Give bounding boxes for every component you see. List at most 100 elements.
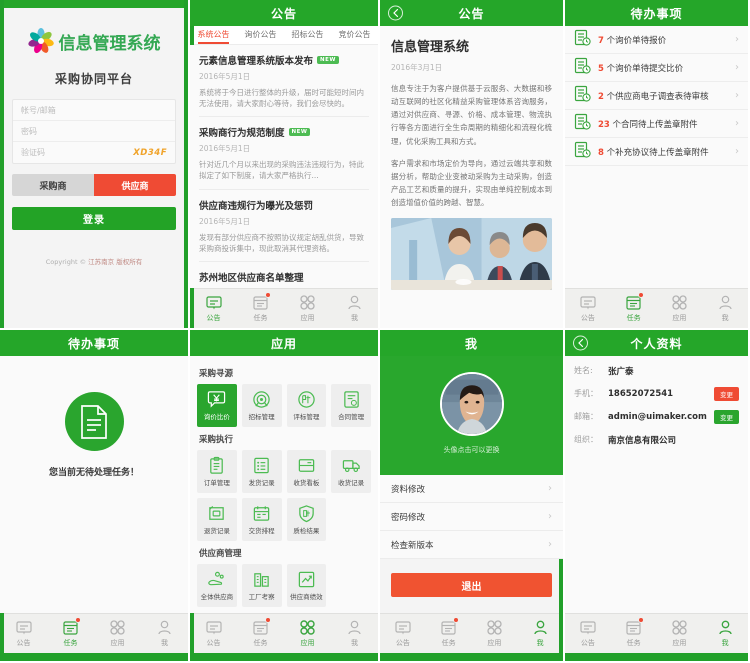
- menu-item-change-password[interactable]: 密码修改 ›: [380, 503, 563, 531]
- group-label-execution: 采购执行: [199, 435, 234, 445]
- list-item[interactable]: 苏州地区供应商名单整理 2016年5月1日 这里是部分苏州地区的一级供应商名单，…: [199, 262, 369, 288]
- notice-tabs[interactable]: 系统公告 询价公告 招标公告 竞价公告: [190, 26, 378, 45]
- menu-item-check-update[interactable]: 检查新版本 ›: [380, 531, 563, 559]
- list-note-icon: [254, 457, 269, 474]
- captcha-field-row[interactable]: 验证码 XD34F: [13, 142, 175, 163]
- app-tile-evaluation[interactable]: 评标管理: [286, 384, 327, 427]
- account-placeholder: 帐号/邮箱: [21, 105, 56, 115]
- user-icon: [718, 294, 733, 311]
- captcha-code[interactable]: XD34F: [133, 148, 167, 158]
- app-tile-quality-result[interactable]: 质检结果: [286, 498, 327, 541]
- tab-me[interactable]: 我: [331, 289, 378, 328]
- bottom-tabbar[interactable]: 公告 任务 应用 我: [190, 288, 378, 328]
- tab-me[interactable]: 我: [702, 289, 748, 328]
- tab-apps[interactable]: 应用: [657, 614, 703, 653]
- tab-me-label: 我: [351, 639, 358, 647]
- todo-label: 个询价单待提交比价: [606, 63, 684, 74]
- tab-task[interactable]: 任务: [611, 614, 657, 653]
- tab-apps-label: 应用: [110, 639, 125, 647]
- list-item[interactable]: 元素信息管理系统版本发布 NEW 2016年5月1日 系统将于今日进行整体的升级…: [199, 45, 369, 118]
- tab-me[interactable]: 我: [141, 614, 188, 653]
- tab-apps[interactable]: 应用: [657, 289, 703, 328]
- todo-label: 个询价单待报价: [606, 35, 667, 46]
- info-key: 姓名:: [574, 366, 593, 375]
- bottom-tabbar[interactable]: 公告 任务 应用 我: [565, 613, 748, 653]
- task-icon: [626, 617, 645, 636]
- tab-me[interactable]: 我: [331, 614, 378, 653]
- app-tile-order[interactable]: 订单管理: [197, 450, 237, 493]
- tab-notice[interactable]: 公告: [380, 614, 426, 653]
- bottom-tabbar[interactable]: 公告 任务 应用 我: [380, 613, 563, 653]
- tab-task-label: 任务: [626, 314, 641, 322]
- tab-task[interactable]: 任务: [426, 614, 472, 653]
- back-icon[interactable]: [573, 335, 588, 351]
- app-tile-shipment-record[interactable]: 发货记录: [241, 450, 282, 493]
- bottom-tabbar[interactable]: 公告 任务 应用 我: [0, 613, 188, 653]
- tab-apps[interactable]: 应用: [472, 614, 518, 653]
- tab-apps[interactable]: 应用: [284, 289, 331, 328]
- role-buyer-button[interactable]: 采购商: [12, 174, 94, 196]
- app-label: 全体供应商: [200, 593, 234, 601]
- list-item[interactable]: 采购商行为规范制度 NEW 2016年5月1日 针对近几个月以来出现的采购违法违…: [199, 117, 369, 190]
- notice-icon: [15, 619, 32, 636]
- role-supplier-button[interactable]: 供应商: [94, 174, 176, 196]
- list-item[interactable]: 7 个询价单待报价 ›: [565, 26, 748, 54]
- list-item[interactable]: 5 个询价单待提交比价 ›: [565, 54, 748, 82]
- app-tile-receiving-board[interactable]: 收货看板: [286, 450, 327, 493]
- tab-apps-label: 应用: [300, 314, 315, 322]
- bottom-tabbar[interactable]: 公告 任务 应用 我: [190, 613, 378, 653]
- account-field-row[interactable]: 帐号/邮箱: [13, 100, 175, 121]
- app-tile-delivery-schedule[interactable]: 交货排程: [241, 498, 282, 541]
- tab-bidding-notice[interactable]: 招标公告: [284, 26, 331, 44]
- avatar[interactable]: [439, 372, 504, 436]
- login-button[interactable]: 登录: [12, 207, 176, 230]
- role-toggle[interactable]: 采购商 供应商: [12, 174, 176, 196]
- notice-items: 元素信息管理系统版本发布 NEW 2016年5月1日 系统将于今日进行整体的升级…: [190, 44, 378, 288]
- app-tile-supplier-performance[interactable]: 供应商绩效: [286, 564, 327, 607]
- app-tile-inquiry[interactable]: 询价比价: [197, 384, 237, 427]
- todo-empty-title: 待办事项: [0, 330, 188, 356]
- bottom-tabbar[interactable]: 公告 任务 应用 我: [565, 288, 748, 328]
- list-item[interactable]: 供应商违规行为曝光及惩罚 2016年5月1日 发现有部分供应商不按照协议规定胡乱…: [199, 190, 369, 263]
- app-grid-sourcing: 询价比价 招标管理 评标管理 合同管理: [197, 384, 371, 427]
- chevron-right-icon: ›: [735, 90, 739, 101]
- tab-auction-notice[interactable]: 竞价公告: [331, 26, 378, 44]
- app-tile-return-record[interactable]: 退货记录: [197, 498, 237, 541]
- change-phone-button[interactable]: 变更: [714, 386, 739, 401]
- tab-notice[interactable]: 公告: [190, 614, 237, 653]
- back-icon[interactable]: [388, 5, 403, 21]
- copyright: Copyright © 江苏南京 版权所有: [12, 256, 176, 266]
- tab-notice[interactable]: 公告: [0, 614, 47, 653]
- tab-task-label: 任务: [253, 314, 268, 322]
- tab-system-notice[interactable]: 系统公告: [190, 26, 237, 44]
- tab-task[interactable]: 任务: [47, 614, 94, 653]
- app-tile-receiving-record[interactable]: 收货记录: [331, 450, 371, 493]
- detail-heading: 信息管理系统: [391, 40, 470, 55]
- list-item[interactable]: 2 个供应商电子调查表待审核 ›: [565, 82, 748, 110]
- list-item[interactable]: 8 个补充协议待上传盖章附件 ›: [565, 138, 748, 166]
- tab-task[interactable]: 任务: [237, 614, 284, 653]
- profile-header: 头像点击可以更换: [380, 356, 563, 475]
- tab-notice[interactable]: 公告: [190, 289, 237, 328]
- tab-inquiry-notice[interactable]: 询价公告: [237, 26, 284, 44]
- tab-notice[interactable]: 公告: [565, 289, 611, 328]
- screen-todo-list: 待办事项 7 个询价单待报价 › 5 个询价单待提交比价 › 2 个供应商电子调…: [565, 0, 750, 330]
- tab-notice[interactable]: 公告: [565, 614, 611, 653]
- tab-me[interactable]: 我: [702, 614, 748, 653]
- task-badge-dot: [638, 292, 645, 298]
- tab-task[interactable]: 任务: [611, 289, 657, 328]
- tab-me[interactable]: 我: [517, 614, 563, 653]
- menu-item-edit-profile[interactable]: 资料修改 ›: [380, 475, 563, 503]
- tab-apps[interactable]: 应用: [94, 614, 141, 653]
- change-email-button[interactable]: 变更: [714, 409, 739, 424]
- app-tile-factory-visit[interactable]: 工厂考察: [241, 564, 282, 607]
- app-tile-bidding[interactable]: 招标管理: [241, 384, 282, 427]
- logout-button[interactable]: 退出: [391, 573, 552, 597]
- app-tile-all-suppliers[interactable]: 全体供应商: [197, 564, 237, 607]
- app-tile-contract[interactable]: 合同管理: [331, 384, 371, 427]
- tab-task[interactable]: 任务: [237, 289, 284, 328]
- tab-apps[interactable]: 应用: [284, 614, 331, 653]
- todo-text: 8 个补充协议待上传盖章附件: [598, 146, 728, 158]
- password-field-row[interactable]: 密码: [13, 121, 175, 142]
- list-item[interactable]: 23 个合同待上传盖章附件 ›: [565, 110, 748, 138]
